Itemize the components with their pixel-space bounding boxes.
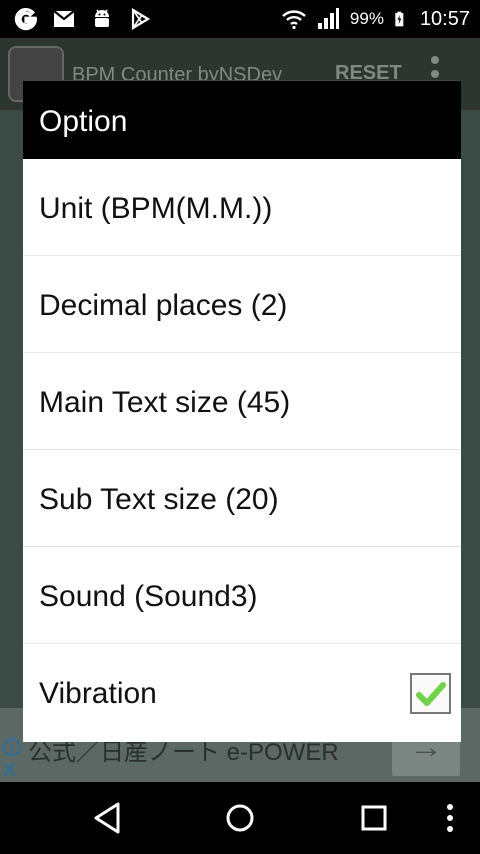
battery-charging-icon bbox=[395, 11, 404, 27]
option-sound[interactable]: Sound (Sound3) bbox=[23, 547, 461, 644]
navigation-bar bbox=[0, 782, 480, 854]
check-icon bbox=[416, 682, 446, 706]
gmail-icon bbox=[53, 10, 75, 27]
option-vibration[interactable]: Vibration bbox=[23, 644, 461, 741]
recent-apps-icon[interactable] bbox=[354, 800, 394, 836]
signal-icon bbox=[317, 8, 339, 29]
dialog-title: Option bbox=[23, 81, 461, 159]
back-icon[interactable] bbox=[88, 800, 128, 836]
battery-percent: 99% bbox=[349, 9, 384, 28]
home-icon[interactable] bbox=[220, 800, 260, 836]
ad-info-icon[interactable]: i bbox=[3, 738, 21, 756]
status-bar: 99% 10:57 bbox=[0, 0, 480, 38]
option-dialog: Option Unit (BPM(M.M.)) Decimal places (… bbox=[23, 80, 461, 742]
play-store-icon bbox=[131, 8, 151, 30]
more-options-icon[interactable] bbox=[440, 800, 460, 836]
option-decimal-places[interactable]: Decimal places (2) bbox=[23, 256, 461, 353]
clock: 10:57 bbox=[419, 7, 470, 30]
notification-icons bbox=[14, 7, 152, 31]
option-main-text-size[interactable]: Main Text size (45) bbox=[23, 353, 461, 450]
ad-close-icon[interactable]: X bbox=[3, 760, 15, 781]
g-icon bbox=[14, 7, 38, 31]
system-status: 99% 10:57 bbox=[282, 7, 470, 31]
android-icon bbox=[95, 9, 109, 27]
vibration-checkbox[interactable] bbox=[410, 673, 451, 714]
option-unit[interactable]: Unit (BPM(M.M.)) bbox=[23, 159, 461, 256]
option-vibration-label: Vibration bbox=[39, 677, 157, 710]
wifi-icon bbox=[282, 10, 306, 30]
option-sub-text-size[interactable]: Sub Text size (20) bbox=[23, 450, 461, 547]
